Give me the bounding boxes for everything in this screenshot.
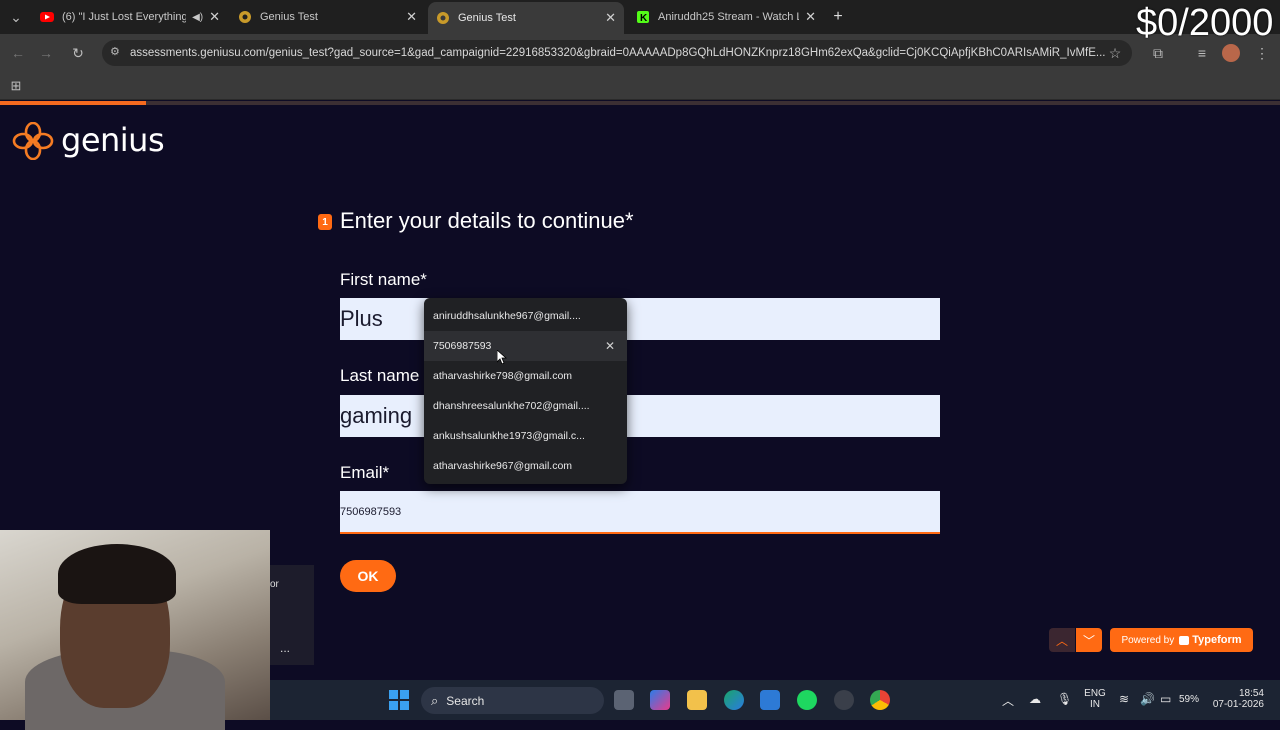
reload-icon[interactable]: ↻ xyxy=(68,43,88,63)
chrome-icon[interactable] xyxy=(870,690,890,710)
previous-question-button[interactable]: ︿ xyxy=(1049,628,1075,652)
obs-icon[interactable] xyxy=(834,690,854,710)
webcam-person-hair xyxy=(58,544,176,604)
close-tab-icon[interactable]: ✕ xyxy=(805,9,816,25)
autofill-item-label: atharvashirke967@gmail.com xyxy=(433,460,573,472)
typeform-logo-icon xyxy=(1179,635,1190,645)
menu-icon[interactable]: ⋮ xyxy=(1252,43,1272,63)
last-name-value: gaming xyxy=(340,403,413,428)
genius-icon xyxy=(436,11,450,25)
autofill-item[interactable]: 7506987593 ✕ xyxy=(424,331,627,361)
bookmarks-bar: ⊞ xyxy=(0,72,1280,100)
svg-text:K: K xyxy=(640,13,648,23)
taskbar-search[interactable]: ⌕ Search xyxy=(421,687,604,714)
email-value: 7506987593 xyxy=(340,505,402,518)
close-tab-icon[interactable]: ✕ xyxy=(406,9,417,25)
lang-top: ENG xyxy=(1084,688,1106,699)
clock[interactable]: 18:54 07-01-2026 xyxy=(1206,688,1270,710)
bookmark-star-icon[interactable]: ☆ xyxy=(1105,43,1125,63)
close-tab-icon[interactable]: ✕ xyxy=(209,9,220,25)
battery-percent: 59% xyxy=(1179,694,1200,705)
tab-label: Genius Test xyxy=(260,11,318,23)
powered-by-text: Powered by xyxy=(1121,634,1175,646)
autofill-item[interactable]: atharvashirke967@gmail.com xyxy=(424,451,627,481)
side-panel-text: or xyxy=(270,579,279,590)
ok-button[interactable]: OK xyxy=(340,560,396,592)
search-icon: ⌕ xyxy=(431,692,439,708)
copilot-icon[interactable] xyxy=(650,690,670,710)
edge-icon[interactable] xyxy=(724,690,744,710)
tab-kick[interactable]: K Aniruddh25 Stream - Watch Liv ✕ xyxy=(628,4,824,30)
powered-by-typeform-button[interactable]: Powered by Typeform xyxy=(1110,628,1253,652)
tab-youtube[interactable]: (6) "I Just Lost Everything" - ◀) ✕ xyxy=(32,4,228,30)
battery-icon[interactable]: ▭ xyxy=(1160,692,1171,706)
url-text: assessments.geniusu.com/genius_test?gad_… xyxy=(130,47,1106,59)
taskbar-search-label: Search xyxy=(446,693,485,708)
next-question-button[interactable]: ﹀ xyxy=(1076,628,1102,652)
site-info-icon[interactable]: ⚙ xyxy=(110,45,120,58)
apps-grid-icon[interactable]: ⊞ xyxy=(6,76,26,96)
clock-time: 18:54 xyxy=(1238,688,1264,699)
tab-label: (6) "I Just Lost Everything" - xyxy=(62,11,187,23)
tab-label: Genius Test xyxy=(458,12,516,24)
logo-text: genius xyxy=(61,121,165,159)
tab-genius-1[interactable]: Genius Test ✕ xyxy=(230,4,425,30)
tab-strip: ⌄ (6) "I Just Lost Everything" - ◀) ✕ Ge… xyxy=(0,0,1280,34)
autofill-item-label: dhanshreesalunkhe702@gmail.... xyxy=(433,400,590,412)
store-icon[interactable] xyxy=(760,690,780,710)
autofill-item-label: 7506987593 xyxy=(433,340,492,352)
microphone-icon[interactable]: 🎙 xyxy=(1057,692,1072,706)
extensions-icon[interactable]: ⧉ xyxy=(1148,43,1168,63)
first-name-label: First name* xyxy=(340,270,427,289)
autofill-dropdown: aniruddhsalunkhe967@gmail.... 7506987593… xyxy=(424,298,627,484)
media-icon[interactable]: ≡ xyxy=(1192,43,1212,63)
donation-goal-counter: $0/2000 xyxy=(1136,2,1274,44)
spotify-icon[interactable] xyxy=(797,690,817,710)
question-number-badge: 1 xyxy=(318,214,332,230)
forward-icon[interactable]: → xyxy=(36,43,56,63)
task-view-icon[interactable] xyxy=(614,690,634,710)
genius-icon xyxy=(238,10,252,24)
tab-label: Aniruddh25 Stream - Watch Liv xyxy=(658,11,800,23)
tray-overflow-icon[interactable]: ︿ xyxy=(1002,692,1014,709)
new-tab-icon[interactable]: + xyxy=(828,7,848,27)
email-input[interactable]: 7506987593 xyxy=(340,491,940,534)
onedrive-icon[interactable]: ☁ xyxy=(1029,692,1041,706)
autofill-item-label: atharvashirke798@gmail.com xyxy=(433,370,573,382)
last-name-label: Last name xyxy=(340,366,420,385)
autofill-item[interactable]: dhanshreesalunkhe702@gmail.... xyxy=(424,391,627,421)
remove-suggestion-icon[interactable]: ✕ xyxy=(605,339,615,353)
address-bar[interactable]: ⚙ assessments.geniusu.com/genius_test?ga… xyxy=(102,40,1132,66)
profile-avatar[interactable] xyxy=(1222,44,1240,62)
first-name-value: Plus xyxy=(340,306,383,331)
progress-bar xyxy=(0,101,146,105)
more-options-icon[interactable]: ... xyxy=(280,641,290,655)
volume-icon[interactable]: 🔊 xyxy=(1140,692,1155,706)
genius-logo-icon xyxy=(12,121,54,165)
file-explorer-icon[interactable] xyxy=(687,690,707,710)
tab-genius-active[interactable]: Genius Test ✕ xyxy=(428,2,624,34)
progress-track xyxy=(0,101,1280,105)
lang-bottom: IN xyxy=(1090,699,1100,710)
language-indicator[interactable]: ENG IN xyxy=(1084,688,1106,710)
tab-search-icon[interactable]: ⌄ xyxy=(6,7,26,27)
audio-icon[interactable]: ◀) xyxy=(192,12,203,23)
webcam-side-panel: or ... xyxy=(270,565,314,665)
kick-icon: K xyxy=(636,10,650,24)
clock-date: 07-01-2026 xyxy=(1212,699,1264,710)
email-label: Email* xyxy=(340,463,390,482)
youtube-icon xyxy=(40,10,54,24)
wifi-icon[interactable]: ≋ xyxy=(1119,692,1129,706)
question-title: Enter your details to continue* xyxy=(340,208,634,233)
close-tab-icon[interactable]: ✕ xyxy=(605,10,616,26)
autofill-item-label: ankushsalunkhe1973@gmail.c... xyxy=(433,430,585,442)
mouse-cursor-icon xyxy=(496,349,508,369)
autofill-item-label: aniruddhsalunkhe967@gmail.... xyxy=(433,310,581,322)
powered-brand-text: Typeform xyxy=(1192,634,1242,646)
windows-start-icon[interactable] xyxy=(389,690,409,715)
autofill-item[interactable]: atharvashirke798@gmail.com xyxy=(424,361,627,391)
back-icon[interactable]: ← xyxy=(8,43,28,63)
autofill-item[interactable]: aniruddhsalunkhe967@gmail.... xyxy=(424,301,627,331)
autofill-item[interactable]: ankushsalunkhe1973@gmail.c... xyxy=(424,421,627,451)
